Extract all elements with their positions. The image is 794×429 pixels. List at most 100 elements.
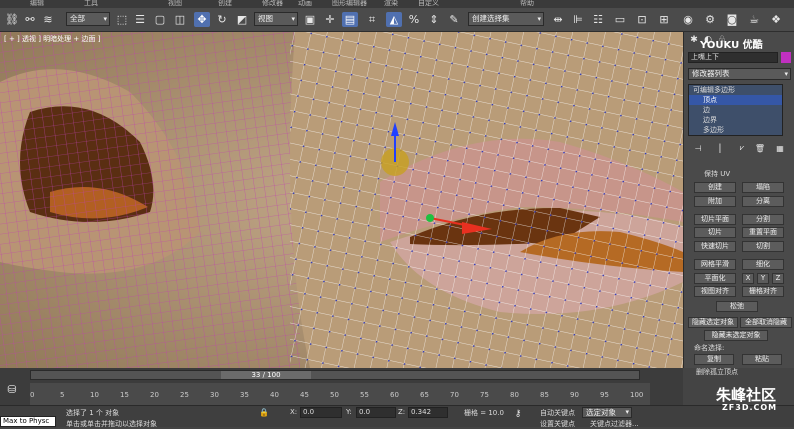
viewport-label[interactable]: [ + ] 透视 ] 明暗处理 + 边面 ] (4, 34, 100, 44)
render-frame-icon[interactable]: ◙ (724, 12, 740, 27)
render-teapot-icon[interactable]: ☕ (746, 12, 762, 27)
menu-rendering[interactable]: 渲染 (384, 0, 398, 8)
slice-plane-button[interactable]: 切片平面 (694, 214, 736, 225)
menu-animation[interactable]: 动画 (298, 0, 312, 8)
menu-create[interactable]: 创建 (218, 0, 232, 8)
maxscript-listener[interactable]: Max to Physc (0, 416, 56, 427)
mini-curve-editor-icon[interactable]: ⛁ (4, 382, 20, 397)
paste-button[interactable]: 粘贴 (742, 354, 782, 365)
collapse-button[interactable]: 塌陷 (742, 182, 784, 193)
select-manipulate-icon[interactable]: ✛ (322, 12, 338, 27)
rect-selection-icon[interactable]: ▢ (152, 12, 168, 27)
snap-3d-icon[interactable]: ⌗ (364, 12, 380, 27)
stack-polygon[interactable]: 多边形 (689, 125, 782, 135)
key-filters-button[interactable]: 关键点过滤器... (590, 419, 639, 429)
window-crossing-icon[interactable]: ◫ (172, 12, 188, 27)
select-by-name-icon[interactable]: ☰ (132, 12, 148, 27)
named-selection-dropdown[interactable]: 创建选择集 (468, 12, 544, 26)
youku-watermark: YOUKU 优酷 (700, 40, 763, 51)
planarize-z-button[interactable]: Z (772, 273, 784, 284)
rotate-icon[interactable]: ↻ (214, 12, 230, 27)
time-slider-thumb[interactable]: 33 / 100 (221, 371, 311, 379)
planarize-y-button[interactable]: Y (757, 273, 769, 284)
unhide-all-button[interactable]: 全部取消隐藏 (740, 317, 792, 328)
pin-stack-icon[interactable]: ⊣ (692, 142, 704, 154)
graphite-icon[interactable]: ▭ (612, 12, 628, 27)
hide-selected-button[interactable]: 隐藏选定对象 (688, 317, 738, 328)
pivot-icon[interactable]: ▣ (302, 12, 318, 27)
bind-spacewarp-icon[interactable]: ≋ (40, 12, 56, 27)
schematic-icon[interactable]: ⊞ (656, 12, 672, 27)
configure-sets-icon[interactable]: ▦ (774, 142, 786, 154)
planarize-x-button[interactable]: X (742, 273, 754, 284)
mirror-icon[interactable]: ⇹ (550, 12, 566, 27)
detach-button[interactable]: 分离 (742, 196, 784, 207)
menu-customize[interactable]: 自定义 (418, 0, 439, 8)
render-setup-icon[interactable]: ⚙ (702, 12, 718, 27)
perspective-viewport[interactable]: [ + ] 透视 ] 明暗处理 + 边面 ] (0, 32, 683, 368)
time-slider[interactable]: 33 / 100 (30, 370, 640, 380)
grid-align-button[interactable]: 栅格对齐 (742, 286, 784, 297)
make-unique-icon[interactable]: ⩗ (736, 142, 748, 154)
planarize-button[interactable]: 平面化 (694, 273, 736, 284)
keyboard-shortcut-icon[interactable]: ▤ (342, 12, 358, 27)
object-color-swatch[interactable] (781, 52, 791, 63)
quick-render-icon[interactable]: ❖ (768, 12, 784, 27)
gizmo-y-axis[interactable] (426, 214, 434, 222)
spinner-snap-icon[interactable]: ⇕ (426, 12, 442, 27)
object-name-field[interactable]: 上嘴上下 (688, 52, 778, 63)
auto-key-button[interactable]: 自动关键点 (540, 408, 575, 418)
stack-editable-poly[interactable]: 可编辑多边形 (689, 85, 782, 95)
view-align-button[interactable]: 视图对齐 (694, 286, 736, 297)
create-tab-icon[interactable]: ✱ (688, 34, 700, 46)
curve-editor-icon[interactable]: ⊡ (634, 12, 650, 27)
percent-snap-icon[interactable]: % (406, 12, 422, 27)
track-bar[interactable]: 0 5 10 15 20 25 30 35 40 45 50 55 60 65 … (30, 383, 650, 405)
align-icon[interactable]: ⊫ (570, 12, 586, 27)
command-panel: ✱ ◐ ♧ 上嘴上下 修改器列表 可编辑多边形 顶点 边 边界 多边形 ⊣ ⎮ … (683, 32, 794, 368)
set-key-button[interactable]: 设置关键点 (540, 419, 575, 429)
unlink-icon[interactable]: ⚯ (22, 12, 38, 27)
key-icon[interactable]: ⚷ (508, 409, 528, 419)
stack-edge[interactable]: 边 (689, 105, 782, 115)
link-icon[interactable]: ⛓ (4, 12, 20, 27)
menu-graph[interactable]: 图形编辑器 (332, 0, 367, 8)
menu-modifiers[interactable]: 修改器 (262, 0, 283, 8)
tessellate-button[interactable]: 细化 (742, 259, 784, 270)
move-icon[interactable]: ✥ (194, 12, 210, 27)
show-end-icon[interactable]: ⎮ (714, 142, 726, 154)
layer-icon[interactable]: ☷ (590, 12, 606, 27)
stack-vertex[interactable]: 顶点 (689, 95, 782, 105)
select-object-icon[interactable]: ⬚ (114, 12, 130, 27)
named-sets-icon[interactable]: ✎ (446, 12, 462, 27)
reset-plane-button[interactable]: 重置平面 (742, 227, 784, 238)
delete-isolated-label[interactable]: 删除孤立顶点 (696, 367, 738, 377)
msmooth-button[interactable]: 网格平滑 (694, 259, 736, 270)
modifier-list-dropdown[interactable]: 修改器列表 (688, 68, 791, 80)
menu-edit[interactable]: 编辑 (30, 0, 44, 8)
copy-button[interactable]: 复制 (694, 354, 734, 365)
split-checkbox[interactable]: 分割 (742, 214, 784, 225)
create-button[interactable]: 创建 (694, 182, 736, 193)
z-coord-field[interactable]: 0.342 (408, 407, 448, 418)
y-coord-field[interactable]: 0.0 (356, 407, 396, 418)
material-editor-icon[interactable]: ◉ (680, 12, 696, 27)
menu-views[interactable]: 视图 (168, 0, 182, 8)
reference-coord-dropdown[interactable]: 视图 (254, 12, 298, 26)
x-coord-field[interactable]: 0.0 (300, 407, 342, 418)
selection-filter-dropdown[interactable]: 全部 (66, 12, 110, 26)
menu-tools[interactable]: 工具 (84, 0, 98, 8)
stack-border[interactable]: 边界 (689, 115, 782, 125)
attach-button[interactable]: 附加 (694, 196, 736, 207)
lock-icon[interactable]: 🔒 (258, 407, 270, 417)
quickslice-button[interactable]: 快速切片 (694, 241, 736, 252)
angle-snap-icon[interactable]: ◭ (386, 12, 402, 27)
selected-dropdown[interactable]: 选定对象 (582, 407, 632, 418)
cut-button[interactable]: 切割 (742, 241, 784, 252)
menu-help[interactable]: 帮助 (520, 0, 534, 8)
scale-icon[interactable]: ◩ (234, 12, 250, 27)
relax-button[interactable]: 松弛 (716, 301, 758, 312)
slice-button[interactable]: 切片 (694, 227, 736, 238)
remove-modifier-icon[interactable]: 🗑 (754, 142, 766, 154)
hide-unselected-button[interactable]: 隐藏未选定对象 (704, 330, 768, 341)
